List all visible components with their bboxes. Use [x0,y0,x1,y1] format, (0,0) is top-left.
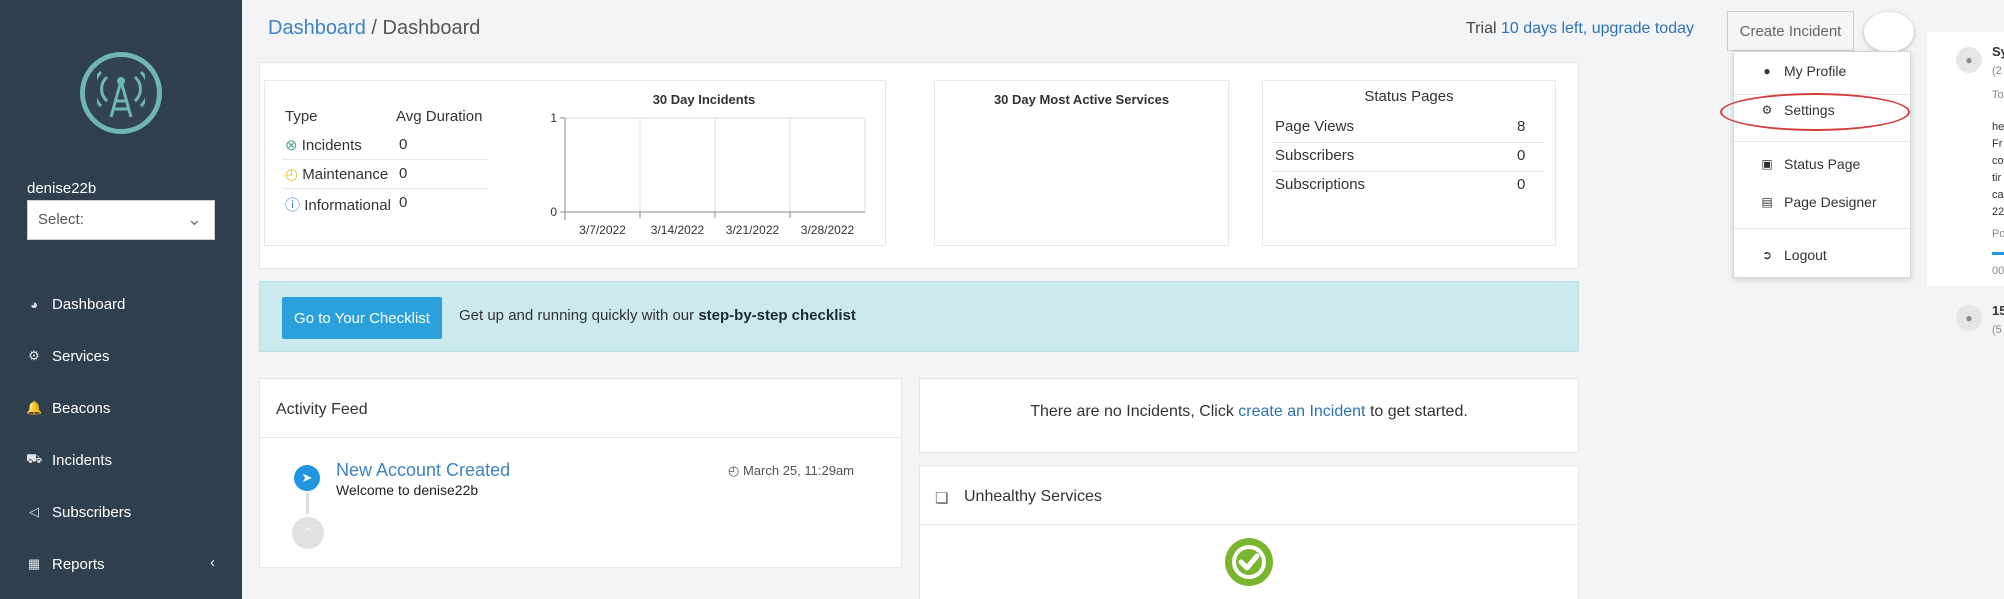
breadcrumb-separator: / [365,17,383,39]
incidents-chart: 1 0 3/7/2022 3/14/2022 3/21/2022 3/28/2022 [550,111,866,237]
check-circle-icon [1225,538,1273,586]
x-tick-label: 3/28/2022 [801,223,855,237]
unhealthy-services-title: Unhealthy Services [964,488,1102,505]
breadcrumb: Dashboard / Dashboard [268,17,480,40]
divider [1272,142,1544,143]
x-circle-icon: ⊗ [285,137,298,154]
status-row-value: 0 [1517,176,1526,193]
col-avg-duration-header: Avg Duration [396,108,483,125]
menu-item-page-designer[interactable]: ▤ Page Designer [1760,194,1876,210]
feed-item-subtitle: Welcome to denise22b [336,482,479,498]
summary-value: 0 [399,194,408,211]
clock-icon: ◴ [285,166,299,183]
cubes-icon: ❏ [935,490,949,507]
chevron-left-icon[interactable]: ‹ [210,554,215,571]
summary-row-incidents: ⊗ Incidents [285,137,362,154]
sidebar-item-reports[interactable]: ▦ Reports [26,552,105,576]
y-tick-label: 0 [550,205,557,219]
divider [1272,171,1544,172]
sidebar-item-label: Subscribers [52,503,132,521]
bell-icon: 🔔 [26,400,43,415]
menu-item-logout[interactable]: ➲ Logout [1760,247,1827,263]
summary-row-maintenance: ◴ Maintenance [285,166,389,183]
divider [282,159,488,160]
chevron-up-icon[interactable]: ⌃ [292,517,324,549]
sidebar-item-label: Dashboard [52,295,126,313]
upgrade-link[interactable]: 10 days left, upgrade today [1501,20,1694,37]
username: denise22b [27,180,97,197]
divider [282,188,488,189]
status-row-value: 8 [1517,118,1526,135]
summary-value: 0 [399,165,408,182]
sidebar-item-label: Beacons [52,399,111,417]
x-tick-label: 3/14/2022 [651,223,705,237]
divider [1734,141,1910,142]
status-row-label: Page Views [1275,118,1354,135]
highlight-ellipse [1720,93,1910,131]
col-type-header: Type [285,108,318,125]
create-incident-button[interactable]: Create Incident [1727,11,1854,51]
sidebar-item-label: Services [52,347,110,365]
timeline-line [306,492,309,514]
megaphone-icon: ◁ [29,504,39,519]
progress-indicator [1992,252,2004,255]
sidebar-item-incidents[interactable]: ⛟ Incidents [26,448,112,472]
breadcrumb-link[interactable]: Dashboard [268,17,366,39]
clock-icon: ◴ [728,463,740,478]
sign-out-icon: ➲ [1761,248,1773,262]
go-to-checklist-button[interactable]: Go to Your Checklist [282,297,442,339]
activity-feed-title: Activity Feed [276,401,368,418]
divider [1734,228,1910,229]
avatar[interactable] [1864,12,1914,52]
info-icon: ⓘ [285,197,301,214]
chart-title: 30 Day Incidents [652,92,756,107]
y-tick-label: 1 [550,111,557,125]
feed-item-title[interactable]: New Account Created [336,460,510,481]
feed-item-time: ◴ March 25, 11:29am [728,463,855,478]
trial-notice: Trial 10 days left, upgrade today [1466,20,1694,38]
sidebar-item-label: Incidents [52,451,113,469]
trial-prefix: Trial [1466,20,1497,37]
checklist-link[interactable]: step-by-step checklist [698,307,856,324]
user-icon: ● [1763,64,1771,78]
menu-item-my-profile[interactable]: ● My Profile [1760,63,1846,79]
status-row-label: Subscriptions [1275,176,1366,193]
status-row-value: 0 [1517,147,1526,164]
summary-row-informational: ⓘ Informational [285,197,391,214]
ambulance-icon: ⛟ [26,451,43,466]
sidebar-item-services[interactable]: ⚙ Services [26,344,110,368]
pie-chart-icon: ◕ [30,296,38,312]
org-select-value: Select: [38,211,84,228]
grid-icon: ▦ [27,556,41,571]
divider [260,437,901,438]
summary-value: 0 [399,136,408,153]
no-incidents-text: There are no Incidents, Click create an … [1030,403,1468,420]
org-select[interactable]: Select: ⌄ [27,200,215,240]
x-tick-label: 3/21/2022 [726,223,780,237]
user-icon: ● [1956,47,1982,73]
most-active-title: 30 Day Most Active Services [993,92,1170,107]
checklist-banner [259,281,1579,352]
user-icon: ● [1956,305,1982,331]
breadcrumb-current: Dashboard [382,17,481,39]
layout-icon: ▤ [1761,195,1773,209]
chevron-down-icon: ⌄ [186,209,202,229]
status-row-label: Subscribers [1275,147,1355,164]
sidebar-item-dashboard[interactable]: ◕ Dashboard [26,292,125,316]
sidebar-item-label: Reports [52,555,105,573]
monitor-icon: ▣ [1761,157,1773,171]
checklist-text: Get up and running quickly with our step… [459,307,856,324]
status-pages-title: Status Pages [1364,88,1454,105]
beacon-logo-icon[interactable] [80,52,162,134]
sidebar-item-beacons[interactable]: 🔔 Beacons [26,396,110,420]
cogs-icon: ⚙ [28,348,40,363]
divider [920,524,1578,525]
sidebar-item-subscribers[interactable]: ◁ Subscribers [26,500,131,524]
menu-item-status-page[interactable]: ▣ Status Page [1760,156,1860,172]
x-tick-label: 3/7/2022 [579,223,626,237]
bullhorn-icon: ➤ [294,465,320,491]
create-incident-link[interactable]: create an Incident [1238,403,1365,420]
